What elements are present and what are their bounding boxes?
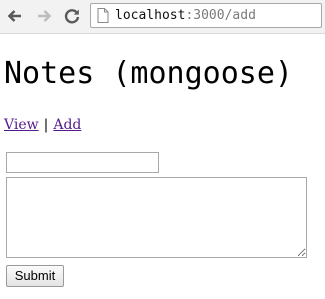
submit-button[interactable]: Submit xyxy=(6,265,64,287)
note-body-textarea[interactable] xyxy=(6,177,307,258)
page-nav: View | Add xyxy=(4,116,81,134)
note-title-input[interactable] xyxy=(6,152,159,173)
address-bar[interactable]: localhost:3000/add xyxy=(90,3,322,28)
arrow-right-icon xyxy=(38,10,52,22)
arrow-left-icon xyxy=(7,10,21,22)
add-link[interactable]: Add xyxy=(53,117,81,133)
page-icon xyxy=(97,8,109,23)
browser-toolbar: localhost:3000/add xyxy=(0,0,325,34)
url-text: localhost:3000/add xyxy=(115,7,256,24)
url-host: localhost xyxy=(115,8,186,23)
forward-button[interactable] xyxy=(33,5,55,27)
reload-button[interactable] xyxy=(61,5,83,27)
url-path: :3000/add xyxy=(185,8,256,23)
page-title: Notes (mongoose) xyxy=(4,56,293,91)
nav-separator: | xyxy=(43,117,49,133)
back-button[interactable] xyxy=(4,5,26,27)
reload-icon xyxy=(64,9,80,24)
view-link[interactable]: View xyxy=(4,117,39,133)
